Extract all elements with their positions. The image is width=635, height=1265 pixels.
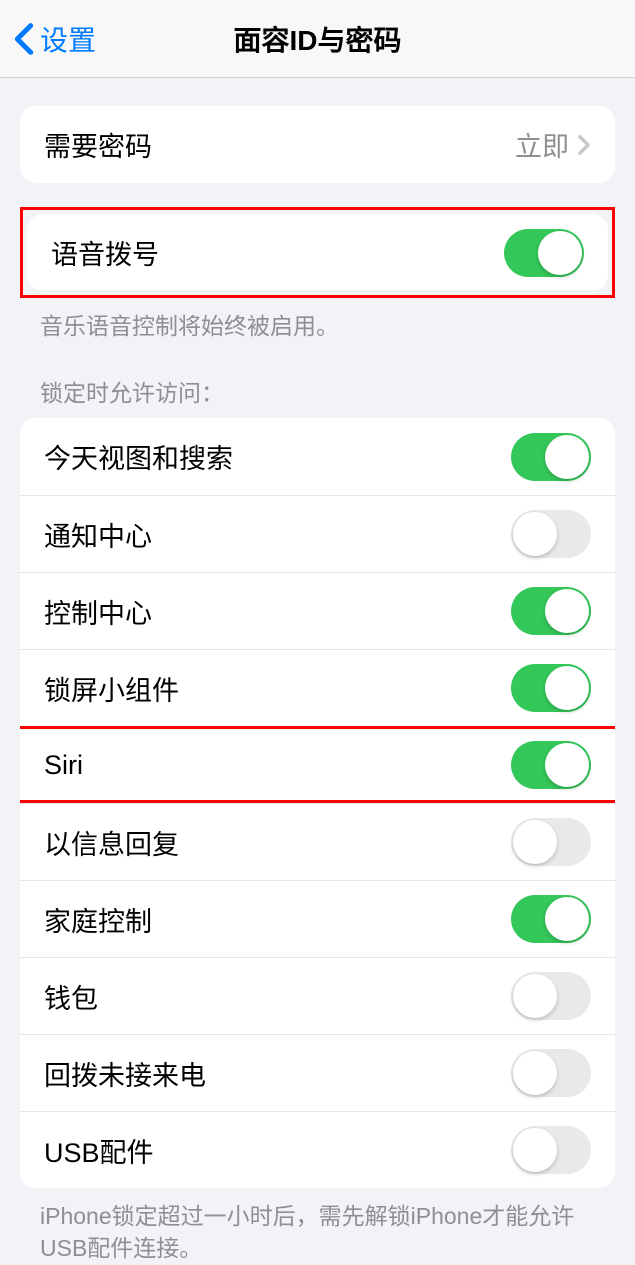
back-button[interactable]: 设置 [0, 19, 96, 59]
lockscreen-header: 锁定时允许访问： [0, 342, 635, 418]
control-center-row: 控制中心 [20, 572, 615, 649]
home-control-row: 家庭控制 [20, 880, 615, 957]
today-view-toggle[interactable] [511, 433, 591, 481]
return-missed-calls-label: 回拨未接来电 [44, 1054, 511, 1093]
siri-toggle[interactable] [511, 741, 591, 789]
back-label: 设置 [40, 19, 96, 59]
siri-highlight-wrapper: Siri [20, 726, 615, 803]
notification-center-label: 通知中心 [44, 515, 511, 554]
control-center-toggle[interactable] [511, 587, 591, 635]
reply-with-message-toggle[interactable] [511, 818, 591, 866]
notification-center-row: 通知中心 [20, 495, 615, 572]
page-title: 面容ID与密码 [233, 19, 401, 59]
voice-dial-label: 语音拨号 [51, 233, 504, 272]
voice-dial-highlight: 语音拨号 [20, 207, 615, 298]
today-view-label: 今天视图和搜索 [44, 437, 511, 476]
lock-screen-widgets-label: 锁屏小组件 [44, 669, 511, 708]
toggle-knob [538, 231, 582, 275]
require-passcode-row[interactable]: 需要密码 立即 [20, 106, 615, 183]
voice-dial-footer: 音乐语音控制将始终被启用。 [0, 298, 635, 342]
return-missed-calls-row: 回拨未接来电 [20, 1034, 615, 1111]
return-missed-calls-toggle[interactable] [511, 1049, 591, 1097]
chevron-right-icon [577, 134, 591, 156]
navbar: 设置 面容ID与密码 [0, 0, 635, 78]
require-passcode-value: 立即 [515, 125, 569, 164]
reply-with-message-label: 以信息回复 [44, 823, 511, 862]
notification-center-toggle[interactable] [511, 510, 591, 558]
lock-screen-widgets-toggle[interactable] [511, 664, 591, 712]
today-view-row: 今天视图和搜索 [20, 418, 615, 495]
lock-screen-widgets-row: 锁屏小组件 [20, 649, 615, 726]
home-control-label: 家庭控制 [44, 900, 511, 939]
control-center-label: 控制中心 [44, 592, 511, 631]
home-control-toggle[interactable] [511, 895, 591, 943]
wallet-row: 钱包 [20, 957, 615, 1034]
usb-accessories-label: USB配件 [44, 1131, 511, 1170]
lockscreen-footer: iPhone锁定超过一小时后，需先解锁iPhone才能允许USB配件连接。 [0, 1188, 635, 1264]
voice-dial-toggle[interactable] [504, 229, 584, 277]
wallet-toggle[interactable] [511, 972, 591, 1020]
require-passcode-label: 需要密码 [44, 125, 515, 164]
require-passcode-group: 需要密码 立即 [20, 106, 615, 183]
wallet-label: 钱包 [44, 977, 511, 1016]
lockscreen-group: 今天视图和搜索 通知中心 控制中心 锁屏小组件 Siri 以信息回复 [20, 418, 615, 1188]
chevron-left-icon [14, 22, 34, 56]
siri-row: Siri [20, 726, 615, 803]
usb-accessories-toggle[interactable] [511, 1126, 591, 1174]
voice-dial-group: 语音拨号 [27, 214, 608, 291]
siri-label: Siri [44, 750, 511, 781]
voice-dial-row: 语音拨号 [27, 214, 608, 291]
usb-accessories-row: USB配件 [20, 1111, 615, 1188]
reply-with-message-row: 以信息回复 [20, 803, 615, 880]
